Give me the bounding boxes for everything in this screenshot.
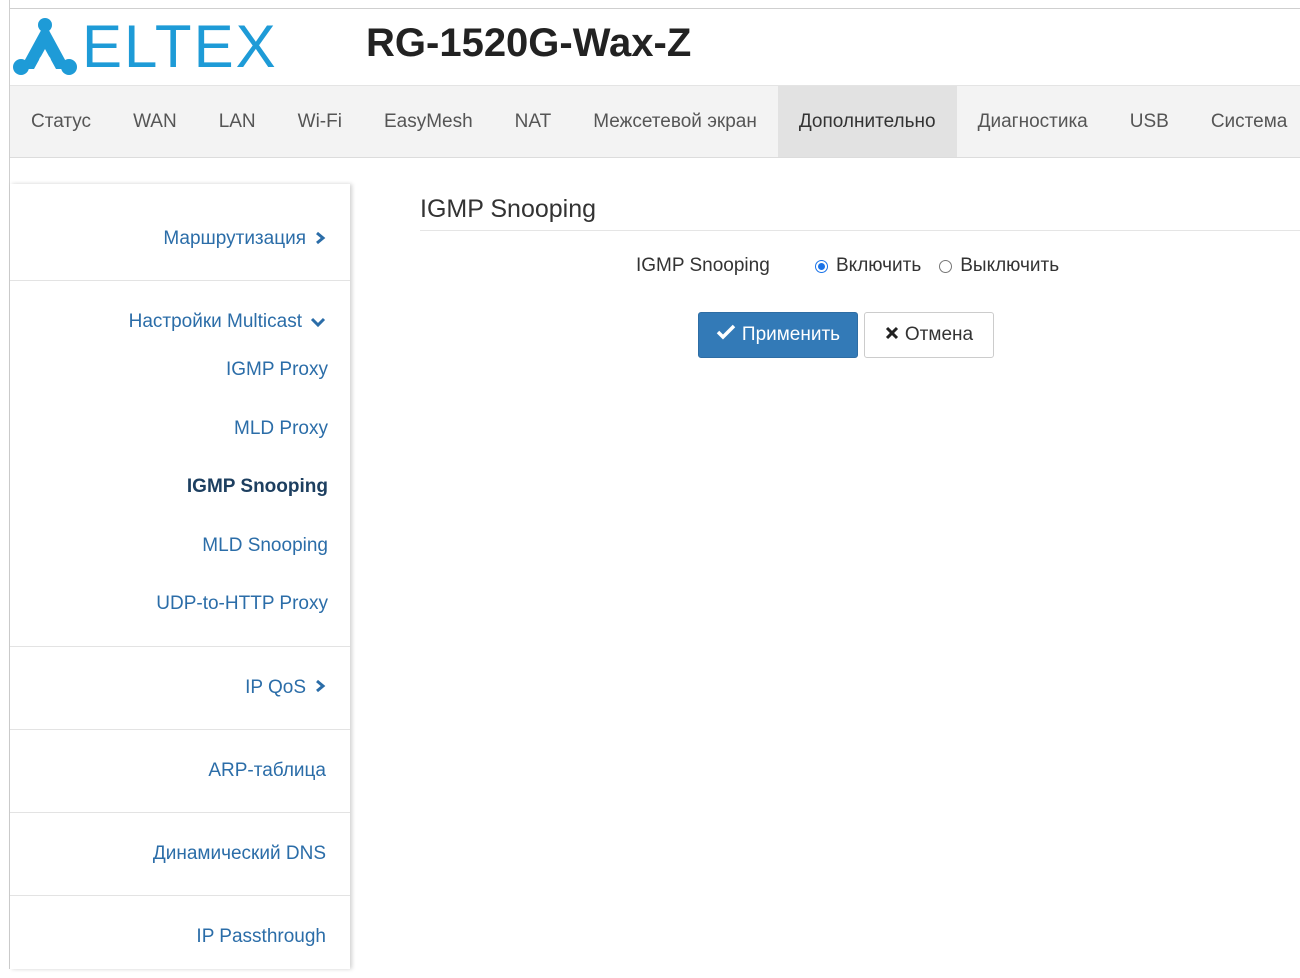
check-icon bbox=[716, 324, 736, 346]
sidebar-group-ddns: Динамический DNS bbox=[10, 813, 350, 896]
nav-item-wan[interactable]: WAN bbox=[112, 86, 198, 157]
disable-radio[interactable] bbox=[939, 259, 953, 273]
igmp-snooping-row: IGMP Snooping Включить Выключить bbox=[420, 251, 1300, 291]
window-frame-top bbox=[0, 0, 1300, 9]
igmp-snooping-radio-group: Включить Выключить bbox=[815, 255, 1077, 277]
nav-item-nat[interactable]: NAT bbox=[494, 86, 573, 157]
apply-button-label: Применить bbox=[741, 324, 841, 345]
sidebar-item-ip-qos[interactable]: IP QoS bbox=[10, 647, 350, 729]
nav-item-easymesh[interactable]: EasyMesh bbox=[363, 86, 494, 157]
sidebar-item-routing[interactable]: Маршрутизация bbox=[10, 198, 350, 280]
sidebar-item-igmp-proxy[interactable]: IGMP Proxy bbox=[10, 341, 350, 400]
enable-radio-label[interactable]: Включить bbox=[836, 255, 921, 277]
form-buttons: Применить Отмена bbox=[698, 312, 994, 358]
sidebar-item-label: IP QoS bbox=[245, 676, 306, 698]
window-frame-left bbox=[0, 0, 10, 969]
main-content: IGMP Snooping IGMP Snooping Включить Вык… bbox=[420, 195, 1300, 358]
sidebar-item-ip-passthrough[interactable]: IP Passthrough bbox=[10, 896, 350, 978]
nav-item-status[interactable]: Статус bbox=[10, 86, 112, 157]
nav-item-usb[interactable]: USB bbox=[1109, 86, 1190, 157]
main-navigation: Статус WAN LAN Wi-Fi EasyMesh NAT Межсет… bbox=[10, 85, 1300, 158]
nav-item-wifi[interactable]: Wi-Fi bbox=[277, 86, 363, 157]
close-icon bbox=[885, 324, 899, 346]
page-title: IGMP Snooping bbox=[420, 195, 1300, 231]
sidebar-group-arp: ARP-таблица bbox=[10, 730, 350, 813]
disable-radio-label[interactable]: Выключить bbox=[960, 255, 1059, 277]
logo-mark-icon bbox=[13, 18, 77, 75]
nav-item-diagnostics[interactable]: Диагностика bbox=[957, 86, 1109, 157]
cancel-button-label: Отмена bbox=[904, 324, 974, 345]
sidebar-item-dynamic-dns[interactable]: Динамический DNS bbox=[10, 813, 350, 895]
igmp-snooping-label: IGMP Snooping bbox=[636, 255, 770, 276]
sidebar-group-routing: Маршрутизация bbox=[10, 198, 350, 281]
sidebar-item-arp-table[interactable]: ARP-таблица bbox=[10, 730, 350, 812]
nav-item-lan[interactable]: LAN bbox=[198, 86, 277, 157]
nav-item-firewall[interactable]: Межсетевой экран bbox=[572, 86, 778, 157]
eltex-logo: ELTEX bbox=[12, 15, 278, 79]
cancel-button[interactable]: Отмена bbox=[864, 312, 994, 358]
sidebar-item-igmp-snooping[interactable]: IGMP Snooping bbox=[10, 458, 350, 517]
apply-button[interactable]: Применить bbox=[698, 312, 858, 358]
header: ELTEX RG-1520G-Wax-Z bbox=[10, 9, 1300, 85]
sidebar-group-passthrough: IP Passthrough bbox=[10, 896, 350, 978]
sidebar-item-label: Настройки Multicast bbox=[128, 311, 302, 332]
nav-item-system[interactable]: Система bbox=[1190, 86, 1300, 157]
nav-item-advanced[interactable]: Дополнительно bbox=[777, 86, 957, 157]
logo-text: ELTEX bbox=[82, 13, 278, 80]
sidebar-item-label: Маршрутизация bbox=[163, 228, 306, 249]
chevron-down-icon bbox=[310, 312, 326, 333]
sidebar-group-multicast: Настройки Multicast IGMP Proxy MLD Proxy… bbox=[10, 281, 350, 647]
sidebar-group-qos: IP QoS bbox=[10, 647, 350, 730]
chevron-right-icon bbox=[314, 677, 326, 698]
chevron-right-icon bbox=[314, 229, 326, 250]
enable-radio[interactable] bbox=[815, 259, 828, 273]
device-model: RG-1520G-Wax-Z bbox=[366, 21, 692, 65]
sidebar: Маршрутизация Настройки Multicast IGMP P… bbox=[10, 184, 350, 969]
sidebar-item-mld-snooping[interactable]: MLD Snooping bbox=[10, 517, 350, 576]
sidebar-item-mld-proxy[interactable]: MLD Proxy bbox=[10, 400, 350, 459]
sidebar-item-udp-to-http-proxy[interactable]: UDP-to-HTTP Proxy bbox=[10, 575, 350, 634]
